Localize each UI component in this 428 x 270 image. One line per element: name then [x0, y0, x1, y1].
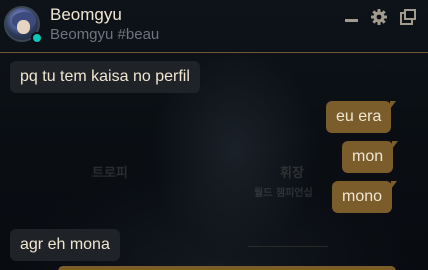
- friend-riot-id: Beomgyu #beau: [50, 26, 160, 43]
- message-incoming: pq tu tem kaisa no perfil: [10, 61, 200, 93]
- background-world-text: 월드 챔피언십: [254, 188, 313, 199]
- background-trophy-text: 트로피: [92, 166, 128, 181]
- chat-header: Beomgyu Beomgyu #beau: [0, 0, 428, 52]
- minimize-icon[interactable]: [343, 8, 361, 26]
- message-incoming: agr eh mona: [10, 229, 120, 261]
- popout-icon[interactable]: [399, 8, 417, 26]
- header-divider: [0, 52, 428, 53]
- message-outgoing: eu era: [326, 101, 397, 133]
- message-outgoing: mon: [342, 141, 399, 173]
- background-title-text: 휘장: [280, 166, 304, 181]
- friend-name: Beomgyu: [50, 5, 122, 24]
- gear-icon[interactable]: [370, 8, 388, 26]
- message-outgoing: mono: [332, 181, 398, 213]
- message-outgoing-partial: [58, 266, 396, 270]
- online-status-icon: [31, 32, 43, 44]
- avatar[interactable]: [4, 6, 43, 44]
